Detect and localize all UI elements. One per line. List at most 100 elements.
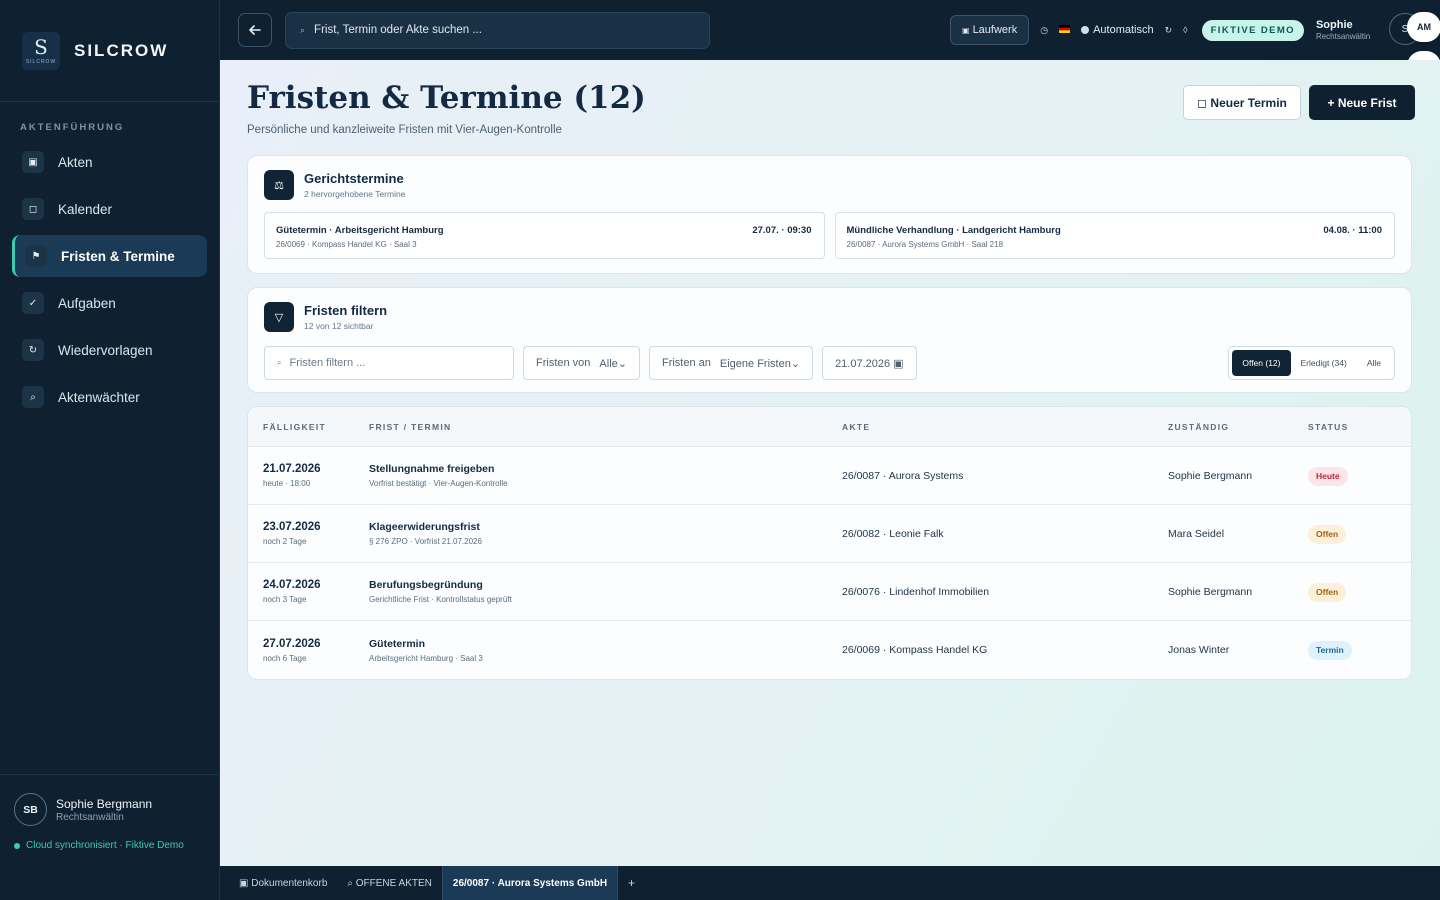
refresh-icon: ↻ xyxy=(22,339,44,361)
owner-name: Jonas Winter xyxy=(1168,644,1230,656)
diamond-icon[interactable]: ◊ xyxy=(1183,25,1187,35)
tab-current-file[interactable]: 26/0087 · Aurora Systems GmbH xyxy=(441,866,619,900)
court-appointment-item[interactable]: Mündliche Verhandlung · Landgericht Hamb… xyxy=(834,212,1395,259)
segment-done[interactable]: Erledigt (34) xyxy=(1291,350,1357,376)
brand-name: SILCROW xyxy=(74,40,169,60)
presence-avatar-am[interactable]: AM xyxy=(1407,12,1440,42)
topbar: ⌕ Frist, Termin oder Akte suchen ... ▣ L… xyxy=(220,0,1440,60)
user-name: Sophie Bergmann xyxy=(56,796,153,811)
column-header-file[interactable]: AKTE xyxy=(842,422,1168,432)
tab-open-files[interactable]: ⌕ OFFENE AKTEN xyxy=(337,866,442,900)
deadlines-from-label: Fristen von xyxy=(536,357,591,369)
nav-section-label: AKTENFÜHRUNG xyxy=(20,122,125,133)
search-icon: ⌕ xyxy=(300,24,306,35)
main-content: Fristen & Termine (12) Persönliche und k… xyxy=(220,60,1440,866)
due-date-sub: noch 2 Tage xyxy=(263,537,307,546)
sidebar-item-aktenwaechter[interactable]: ⌕ Aktenwächter xyxy=(12,376,207,418)
avatar: SB xyxy=(14,793,47,826)
sidebar-item-label: Kalender xyxy=(58,201,113,217)
sidebar-item-kalender[interactable]: ◻ Kalender xyxy=(12,188,207,230)
owner-name: Mara Seidel xyxy=(1168,527,1225,540)
file-reference[interactable]: 26/0069 · Kompass Handel KG xyxy=(842,644,1168,656)
deadlines-to-value: Eigene Fristen⌄ xyxy=(719,357,801,370)
file-reference[interactable]: 26/0076 · Lindenhof Immobilien xyxy=(842,586,1168,598)
column-header-status[interactable]: STATUS xyxy=(1308,422,1411,432)
column-header-owner[interactable]: ZUSTÄNDIG xyxy=(1168,422,1308,432)
arrow-left-icon xyxy=(249,25,261,35)
back-button[interactable] xyxy=(238,13,272,47)
file-reference[interactable]: 26/0082 · Leonie Falk xyxy=(842,528,1168,540)
table-row[interactable]: 24.07.2026 noch 3 Tage Berufungsbegründun… xyxy=(248,563,1411,621)
flag-icon: ⚑ xyxy=(25,245,47,267)
table-row[interactable]: 21.07.2026 heute · 18:00 Stellungnahme fr… xyxy=(248,447,1411,505)
sidebar-user-profile[interactable]: SB Sophie Bergmann Rechtsanwältin xyxy=(14,793,205,826)
court-appointment-time: 27.07. · 09:30 xyxy=(752,225,812,236)
sidebar-item-wiedervorlagen[interactable]: ↻ Wiedervorlagen xyxy=(12,329,207,371)
file-reference[interactable]: 26/0087 · Aurora Systems xyxy=(842,470,1168,482)
court-appointment-title: Mündliche Verhandlung · Landgericht Hamb… xyxy=(846,225,1061,236)
court-appointment-title: Gütetermin · Arbeitsgericht Hamburg xyxy=(276,225,444,236)
column-header-deadline[interactable]: FRIST / TERMIN xyxy=(369,422,842,432)
drive-icon: ▣ xyxy=(962,25,970,35)
language-flag-icon[interactable] xyxy=(1059,25,1071,35)
court-appointment-time: 04.08. · 11:00 xyxy=(1323,225,1382,236)
sync-status-text: Cloud synchronisiert · Fiktive Demo xyxy=(26,840,184,851)
deadlines-from-select[interactable]: Fristen von Alle⌄ xyxy=(523,346,640,380)
date-picker[interactable]: 21.07.2026 ▣ xyxy=(822,346,917,380)
segment-all[interactable]: Alle xyxy=(1357,350,1391,376)
deadline-detail: Gerichtliche Frist · Kontrollstatus gepr… xyxy=(369,595,512,604)
status-segmented-control: Offen (12) Erledigt (34) Alle xyxy=(1228,346,1395,380)
sidebar-item-label: Akten xyxy=(58,154,93,170)
deadline-filter-placeholder: Fristen filtern ... xyxy=(289,357,366,369)
deadlines-to-select[interactable]: Fristen an Eigene Fristen⌄ xyxy=(648,346,814,380)
table-row[interactable]: 27.07.2026 noch 6 Tage Gütetermin Arbeitsg… xyxy=(248,621,1411,679)
court-appointment-item[interactable]: Gütetermin · Arbeitsgericht Hamburg 26/0… xyxy=(264,212,825,259)
status-badge: Offen xyxy=(1308,582,1347,602)
sync-icon[interactable]: ↻ xyxy=(1165,25,1173,36)
sidebar-item-label: Aktenwächter xyxy=(58,389,140,405)
column-header-due[interactable]: FÄLLIGKEIT xyxy=(248,422,369,432)
due-date: 21.07.2026 xyxy=(263,463,321,475)
table-row[interactable]: 23.07.2026 noch 2 Tage Klageerwiderungsfr… xyxy=(248,505,1411,563)
due-date-sub: noch 3 Tage xyxy=(263,595,307,604)
brand[interactable]: S SILCROW SILCROW xyxy=(0,0,219,102)
sidebar: S SILCROW SILCROW AKTENFÜHRUNG ▣ Akten ◻… xyxy=(0,0,220,900)
sidebar-nav: ▣ Akten ◻ Kalender ⚑ Fristen & Termine ✓… xyxy=(0,141,219,418)
deadlines-to-label: Fristen an xyxy=(661,357,711,369)
sidebar-item-fristen-termine[interactable]: ⚑ Fristen & Termine xyxy=(12,235,207,277)
brand-logo: S SILCROW xyxy=(22,31,60,70)
court-appointment-detail: 26/0087 · Aurora Systems GmbH · Saal 218 xyxy=(846,240,1004,249)
sidebar-item-label: Aufgaben xyxy=(58,295,116,311)
tab-document-basket[interactable]: ▣ Dokumentenkorb xyxy=(229,866,337,900)
filter-card: ▽ Fristen filtern 12 von 12 sichtbar ⌕ F… xyxy=(247,287,1412,393)
filter-icon: ▽ xyxy=(264,302,294,332)
sidebar-item-akten[interactable]: ▣ Akten xyxy=(12,141,207,183)
owner-name: Sophie Bergmann xyxy=(1168,469,1253,482)
clock-icon[interactable]: ◷ xyxy=(1040,25,1048,36)
owner-name: Sophie Bergmann xyxy=(1168,585,1253,598)
new-deadline-button[interactable]: + Neue Frist xyxy=(1309,85,1415,120)
global-search-input[interactable]: ⌕ Frist, Termin oder Akte suchen ... xyxy=(285,11,710,49)
due-date: 24.07.2026 xyxy=(263,579,321,591)
brand-logo-small: SILCROW xyxy=(25,58,57,65)
deadline-title: Berufungsbegründung xyxy=(369,579,483,591)
add-tab-button[interactable]: + xyxy=(618,866,645,900)
theme-mode-toggle[interactable]: Automatisch xyxy=(1081,24,1154,36)
deadline-title: Stellungnahme freigeben xyxy=(369,463,495,475)
status-badge: Offen xyxy=(1308,524,1347,544)
segment-open[interactable]: Offen (12) xyxy=(1232,350,1291,376)
page-subtitle: Persönliche und kanzleiweite Fristen mit… xyxy=(247,124,562,136)
deadline-detail: Vorfrist bestätigt · Vier-Augen-Kontroll… xyxy=(369,479,508,488)
court-card-title: Gerichtstermine xyxy=(304,171,404,186)
table-header: FÄLLIGKEIT FRIST / TERMIN AKTE ZUSTÄNDIG… xyxy=(248,407,1411,447)
search-icon: ⌕ xyxy=(277,358,282,367)
topbar-user[interactable]: Sophie Rechtsanwältin xyxy=(1316,19,1370,41)
sidebar-item-aufgaben[interactable]: ✓ Aufgaben xyxy=(12,282,207,324)
brand-logo-letter: S xyxy=(34,34,48,59)
sidebar-item-label: Wiedervorlagen xyxy=(58,342,153,358)
new-appointment-button[interactable]: ◻ Neuer Termin xyxy=(1183,85,1301,120)
drive-button[interactable]: ▣ Laufwerk xyxy=(950,15,1030,45)
court-appointments-card: ⚖ Gerichtstermine 2 hervorgehobene Termi… xyxy=(247,155,1412,274)
deadline-filter-input[interactable]: ⌕ Fristen filtern ... xyxy=(264,346,514,380)
sync-status: Cloud synchronisiert · Fiktive Demo xyxy=(14,840,205,851)
